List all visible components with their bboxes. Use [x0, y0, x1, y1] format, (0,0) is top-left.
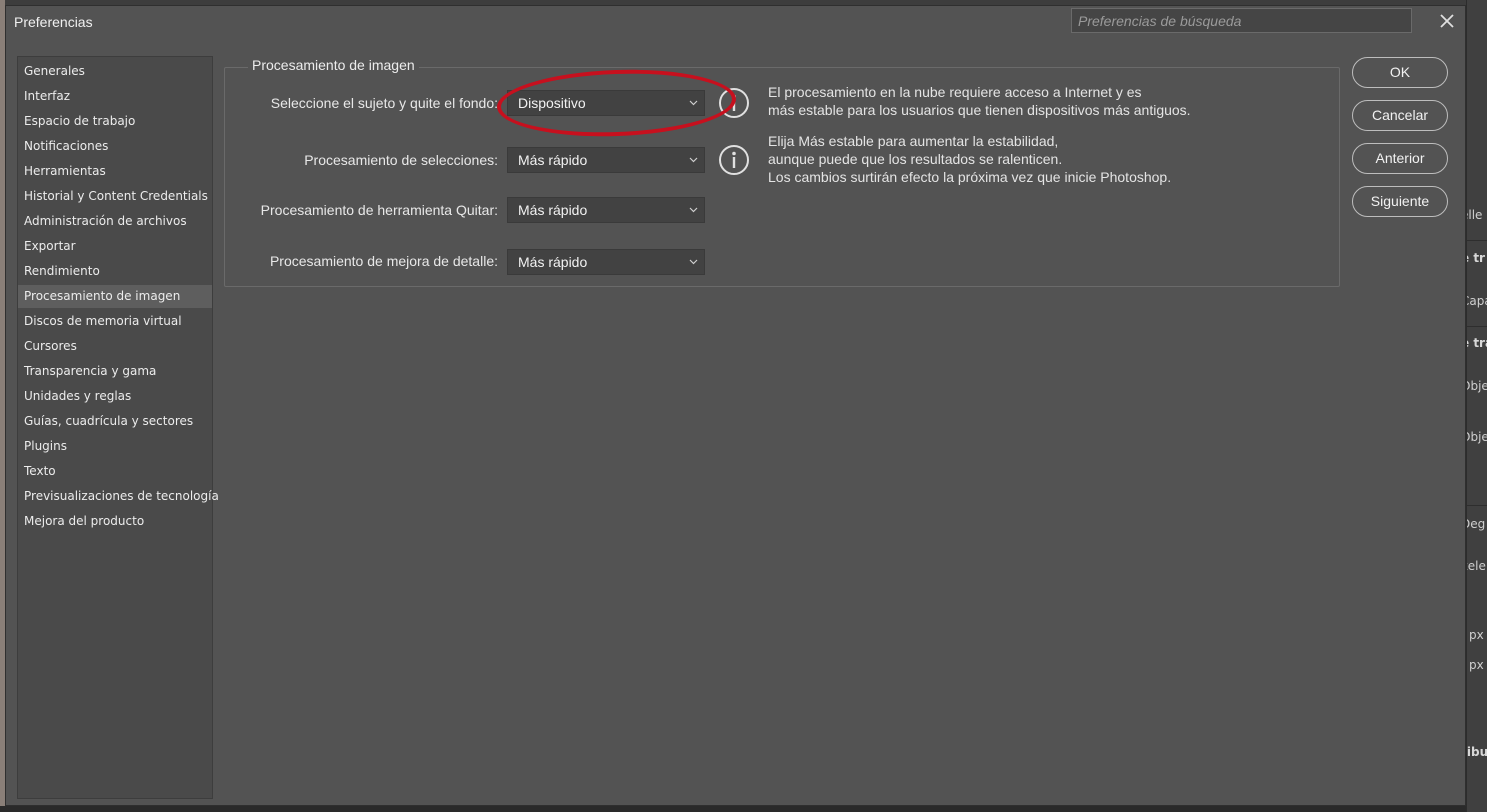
bg-fragment: px — [1469, 658, 1484, 672]
bg-fragment: Obje — [1467, 379, 1487, 393]
preferences-sidebar: Generales Interfaz Espacio de trabajo No… — [17, 56, 219, 799]
background-right-panel: elle e tr Capa e tra Obje Obje Deg xele … — [1466, 0, 1487, 812]
row-label-select-subject: Seleccione el sujeto y quite el fondo: — [270, 95, 498, 111]
chevron-down-icon — [689, 259, 698, 265]
chevron-down-icon — [689, 157, 698, 163]
sidebar-item-historial[interactable]: Historial y Content Credentials — [18, 185, 212, 208]
row-label-remove-tool: Procesamiento de herramienta Quitar: — [260, 202, 498, 218]
info-text-cloud: El procesamiento en la nube requiere acc… — [768, 83, 1191, 119]
search-input[interactable]: Preferencias de búsqueda — [1071, 8, 1412, 33]
info-text-line: Los cambios surtirán efecto la próxima v… — [768, 169, 1172, 185]
sidebar-item-rendimiento[interactable]: Rendimiento — [18, 260, 212, 283]
sidebar-item-interfaz[interactable]: Interfaz — [18, 85, 212, 108]
sidebar-item-administracion-archivos[interactable]: Administración de archivos — [18, 210, 212, 233]
preferences-dialog: Preferencias Preferencias de búsqueda Ge… — [5, 5, 1466, 806]
detail-enhance-processing-value: Más rápido — [518, 254, 588, 270]
sidebar-item-texto[interactable]: Texto — [18, 460, 212, 483]
sidebar-item-guias[interactable]: Guías, cuadrícula y sectores — [18, 410, 212, 433]
info-icon — [719, 88, 749, 118]
previous-button[interactable]: Anterior — [1352, 143, 1448, 174]
group-title: Procesamiento de imagen — [248, 57, 419, 73]
select-subject-value: Dispositivo — [518, 95, 586, 111]
bg-fragment: Capa — [1467, 294, 1487, 308]
sidebar-item-exportar[interactable]: Exportar — [18, 235, 212, 258]
sidebar-item-unidades[interactable]: Unidades y reglas — [18, 385, 212, 408]
bg-fragment: Deg — [1467, 517, 1486, 531]
info-icon — [719, 145, 749, 175]
chevron-down-icon — [689, 100, 698, 106]
info-text-line: Elija Más estable para aumentar la estab… — [768, 133, 1059, 149]
selections-processing-dropdown[interactable]: Más rápido — [507, 147, 705, 173]
sidebar-item-cursores[interactable]: Cursores — [18, 335, 212, 358]
row-label-detail-enhance: Procesamiento de mejora de detalle: — [269, 253, 498, 269]
sidebar-item-herramientas[interactable]: Herramientas — [18, 160, 212, 183]
chevron-down-icon — [689, 207, 698, 213]
sidebar-item-mejora-producto[interactable]: Mejora del producto — [18, 510, 212, 533]
remove-tool-processing-value: Más rápido — [518, 202, 588, 218]
info-text-stability: Elija Más estable para aumentar la estab… — [768, 132, 1171, 186]
bg-fragment: xele — [1467, 559, 1486, 573]
select-subject-dropdown[interactable]: Dispositivo — [507, 90, 705, 116]
sidebar-item-plugins[interactable]: Plugins — [18, 435, 212, 458]
background-bottom-edge — [0, 806, 1487, 812]
remove-tool-processing-dropdown[interactable]: Más rápido — [507, 197, 705, 223]
bg-fragment: ribu — [1466, 745, 1487, 759]
sidebar-item-discos-memoria[interactable]: Discos de memoria virtual — [18, 310, 212, 333]
bg-fragment: e tr — [1467, 251, 1485, 265]
dialog-titlebar: Preferencias Preferencias de búsqueda — [6, 6, 1465, 38]
sidebar-item-procesamiento-imagen[interactable]: Procesamiento de imagen — [18, 285, 212, 308]
detail-enhance-processing-dropdown[interactable]: Más rápido — [507, 249, 705, 275]
info-text-line: más estable para los usuarios que tienen… — [768, 102, 1191, 118]
bg-fragment: e tra — [1467, 336, 1487, 350]
bg-fragment: Obje — [1467, 430, 1487, 444]
sidebar-item-previsualizaciones[interactable]: Previsualizaciones de tecnología — [18, 485, 219, 508]
sidebar-item-espacio-de-trabajo[interactable]: Espacio de trabajo — [18, 110, 212, 133]
sidebar-item-transparencia[interactable]: Transparencia y gama — [18, 360, 212, 383]
bg-fragment: elle — [1467, 208, 1483, 222]
info-text-line: El procesamiento en la nube requiere acc… — [768, 84, 1142, 100]
bg-fragment: px — [1469, 628, 1484, 642]
cancel-button[interactable]: Cancelar — [1352, 100, 1448, 131]
info-text-line: aunque puede que los resultados se ralen… — [768, 151, 1063, 167]
ok-button[interactable]: OK — [1352, 57, 1448, 88]
close-icon[interactable] — [1436, 10, 1458, 32]
row-label-selections: Procesamiento de selecciones: — [304, 152, 498, 168]
sidebar-item-generales[interactable]: Generales — [18, 60, 212, 83]
dialog-title: Preferencias — [14, 14, 93, 30]
selections-processing-value: Más rápido — [518, 152, 588, 168]
sidebar-item-notificaciones[interactable]: Notificaciones — [18, 135, 212, 158]
next-button[interactable]: Siguiente — [1352, 186, 1448, 217]
